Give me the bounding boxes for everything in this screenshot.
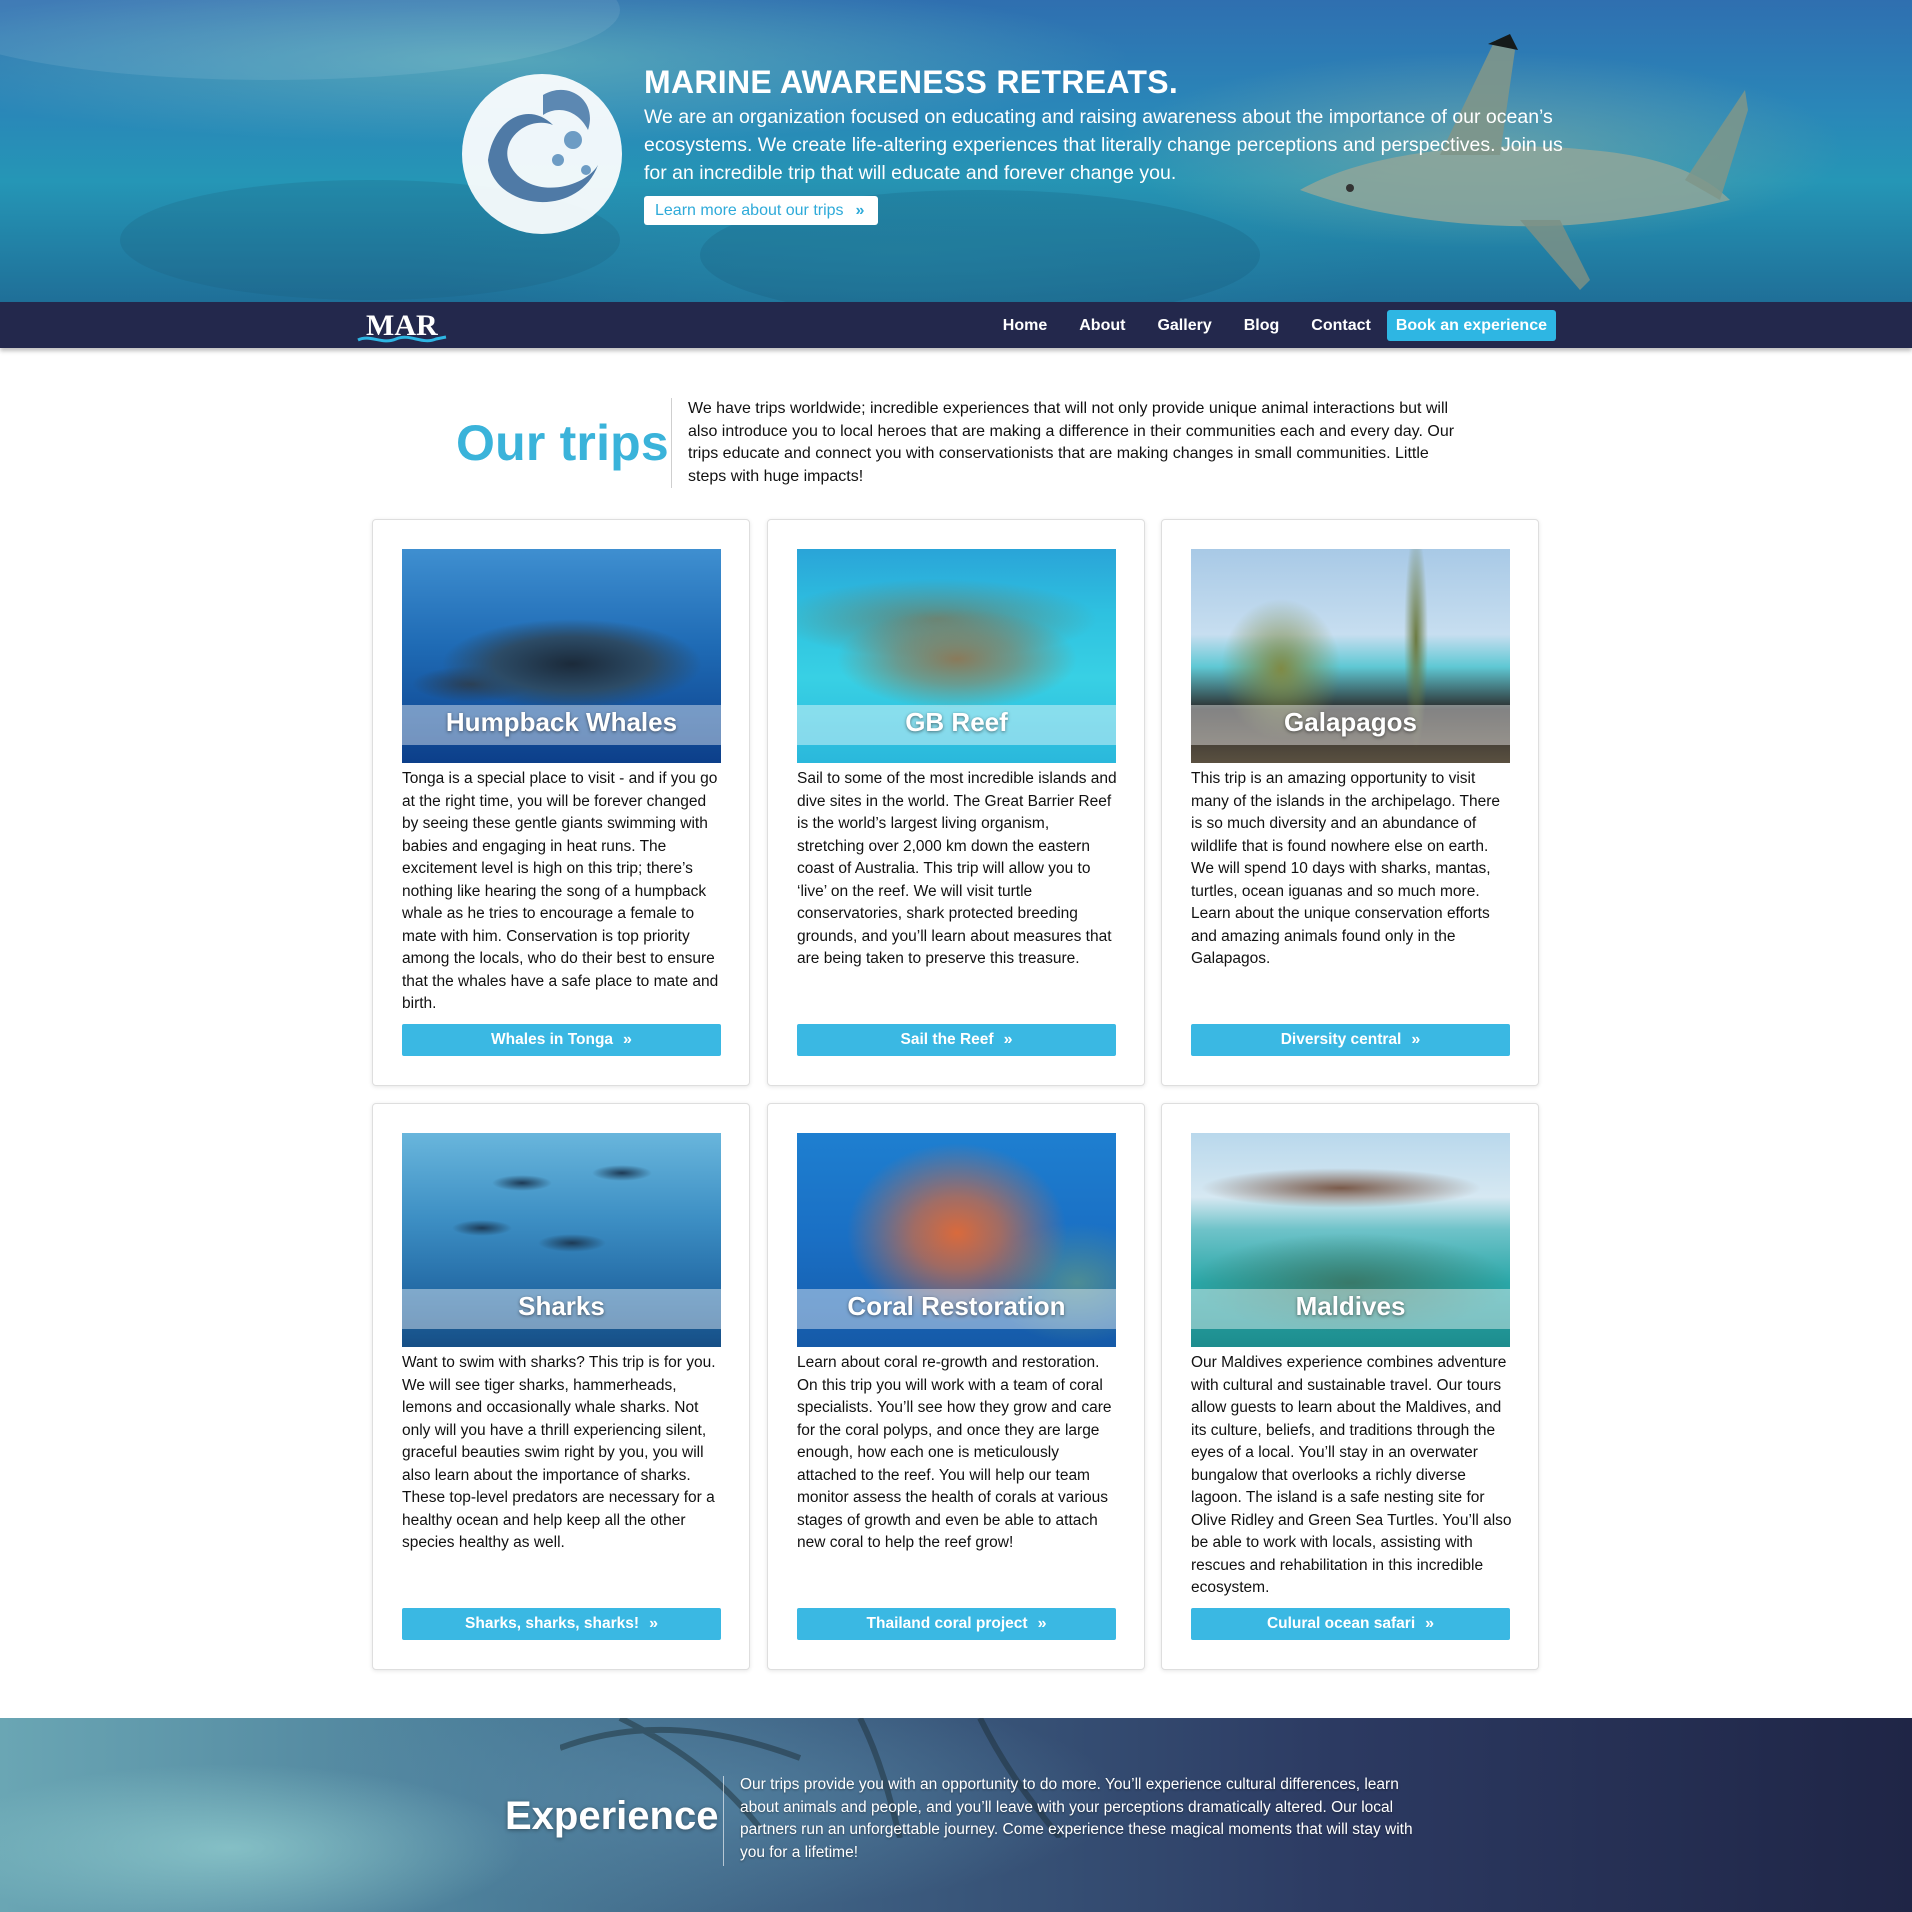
our-trips-heading: Our trips xyxy=(456,415,669,471)
trip-card-maldives: Maldives Our Maldives experience combine… xyxy=(1161,1103,1539,1670)
experience-description: Our trips provide you with an opportunit… xyxy=(740,1776,1413,1861)
experience-heading: Experience xyxy=(505,1794,719,1838)
galapagos-image[interactable]: Galapagos xyxy=(1191,549,1510,763)
sail-the-reef-button[interactable]: Sail the Reef » xyxy=(797,1024,1116,1056)
our-trips-description: We have trips worldwide; incredible expe… xyxy=(688,400,1455,485)
nav-home[interactable]: Home xyxy=(1003,317,1047,335)
double-chevron-right-icon: » xyxy=(1037,1615,1047,1632)
trip-card-sharks: Sharks Want to swim with sharks? This tr… xyxy=(372,1103,750,1670)
trip-card-humpback: Humpback Whales Tonga is a special place… xyxy=(372,519,750,1086)
nav-blog[interactable]: Blog xyxy=(1244,317,1280,335)
double-chevron-right-icon: » xyxy=(649,1615,658,1632)
mar-logo[interactable]: MAR xyxy=(356,307,448,345)
card-button-label: Sail the Reef xyxy=(900,1031,994,1048)
card-button-label: Sharks, sharks, sharks! xyxy=(465,1615,640,1632)
learn-more-label: Learn more about our trips xyxy=(655,201,844,219)
experience-section: Experience Our trips provide you with an… xyxy=(0,1718,1912,1912)
card-description: Sail to some of the most incredible isla… xyxy=(797,770,1117,967)
coral-fan-image[interactable]: Coral Restoration xyxy=(797,1133,1116,1347)
main-navbar: MAR Home About Gallery Blog Contact Book… xyxy=(0,302,1912,348)
card-description: Tonga is a special place to visit - and … xyxy=(402,770,719,1012)
card-description: Learn about coral re-growth and restorat… xyxy=(797,1354,1112,1551)
card-title: Maldives xyxy=(1295,1291,1406,1321)
book-experience-button[interactable]: Book an experience xyxy=(1386,310,1556,341)
whales-in-tonga-button[interactable]: Whales in Tonga » xyxy=(402,1024,721,1056)
double-chevron-right-icon: » xyxy=(623,1031,632,1048)
card-button-label: Diversity central xyxy=(1280,1031,1402,1048)
card-button-label: Culural ocean safari xyxy=(1266,1615,1416,1632)
wave-splash-logo-icon xyxy=(462,74,622,234)
trip-card-galapagos: Galapagos This trip is an amazing opport… xyxy=(1161,519,1539,1086)
cultural-ocean-safari-button[interactable]: Culural ocean safari » xyxy=(1191,1608,1510,1640)
light-ripple xyxy=(0,0,620,80)
card-title: Sharks xyxy=(518,1291,605,1321)
card-description: This trip is an amazing opportunity to v… xyxy=(1191,770,1501,967)
hero-title: MARINE AWARENESS RETREATS. xyxy=(644,64,1179,100)
trip-card-gb-reef: GB Reef Sail to some of the most incredi… xyxy=(767,519,1145,1086)
great-barrier-reef-image[interactable]: GB Reef xyxy=(797,549,1116,763)
card-title: Coral Restoration xyxy=(847,1291,1066,1321)
trip-card-coral: Coral Restoration Learn about coral re-g… xyxy=(767,1103,1145,1670)
card-title: Galapagos xyxy=(1284,707,1417,737)
maldives-bungalows-image[interactable]: Maldives xyxy=(1191,1133,1510,1347)
double-chevron-right-icon: » xyxy=(1425,1615,1435,1632)
card-title: GB Reef xyxy=(905,707,1008,737)
divider xyxy=(723,1776,724,1866)
nav-gallery[interactable]: Gallery xyxy=(1157,317,1211,335)
card-button-label: Whales in Tonga xyxy=(491,1031,614,1048)
double-chevron-right-icon: » xyxy=(1003,1031,1013,1048)
humpback-whale-image[interactable]: Humpback Whales xyxy=(402,549,721,763)
sharks-sharks-sharks-button[interactable]: Sharks, sharks, sharks! » xyxy=(402,1608,721,1640)
hero-banner: MARINE AWARENESS RETREATS. We are an org… xyxy=(0,0,1912,302)
nav-about[interactable]: About xyxy=(1079,317,1125,335)
learn-more-button[interactable]: Learn more about our trips » xyxy=(644,196,878,225)
diversity-central-button[interactable]: Diversity central » xyxy=(1191,1024,1510,1056)
nav-contact[interactable]: Contact xyxy=(1311,317,1371,335)
card-description: Our Maldives experience combines adventu… xyxy=(1191,1354,1512,1596)
double-chevron-right-icon: » xyxy=(1411,1031,1421,1048)
card-title: Humpback Whales xyxy=(445,707,678,737)
nav-menu: Home About Gallery Blog Contact Book an … xyxy=(971,310,1556,341)
thailand-coral-project-button[interactable]: Thailand coral project » xyxy=(797,1608,1116,1640)
divider xyxy=(671,398,672,488)
card-description: Want to swim with sharks? This trip is f… xyxy=(402,1354,716,1551)
double-chevron-right-icon: » xyxy=(855,201,865,219)
hero-description: We are an organization focused on educat… xyxy=(644,106,1563,184)
card-button-label: Thailand coral project xyxy=(866,1615,1028,1632)
hammerhead-sharks-image[interactable]: Sharks xyxy=(402,1133,721,1347)
